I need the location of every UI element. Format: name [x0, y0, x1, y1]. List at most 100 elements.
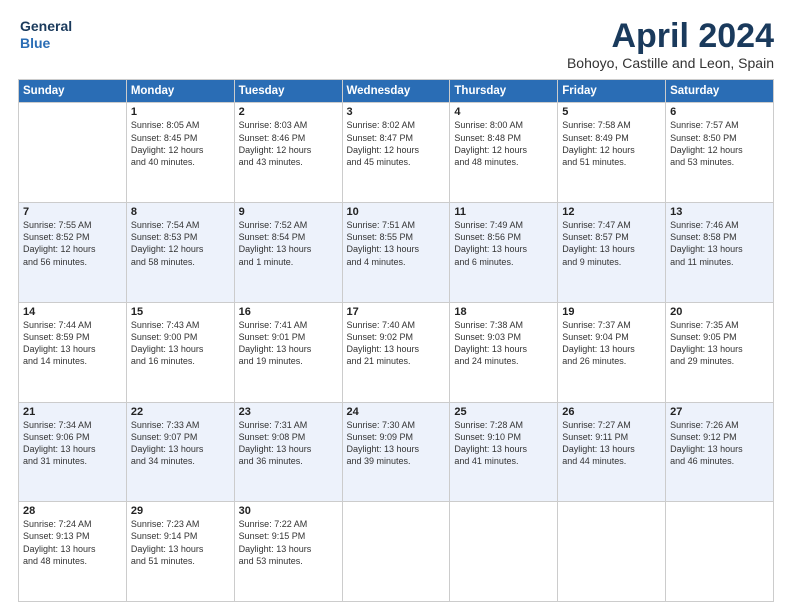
- calendar-cell: 26Sunrise: 7:27 AMSunset: 9:11 PMDayligh…: [558, 402, 666, 502]
- calendar-cell: [666, 502, 774, 602]
- day-number: 12: [562, 206, 661, 218]
- day-info: Sunrise: 7:40 AMSunset: 9:02 PMDaylight:…: [347, 319, 446, 368]
- day-info: Sunrise: 7:37 AMSunset: 9:04 PMDaylight:…: [562, 319, 661, 368]
- calendar-cell: 28Sunrise: 7:24 AMSunset: 9:13 PMDayligh…: [19, 502, 127, 602]
- calendar-cell: 7Sunrise: 7:55 AMSunset: 8:52 PMDaylight…: [19, 203, 127, 303]
- day-number: 5: [562, 106, 661, 118]
- day-info: Sunrise: 7:41 AMSunset: 9:01 PMDaylight:…: [239, 319, 338, 368]
- calendar-cell: 27Sunrise: 7:26 AMSunset: 9:12 PMDayligh…: [666, 402, 774, 502]
- day-info: Sunrise: 7:57 AMSunset: 8:50 PMDaylight:…: [670, 119, 769, 168]
- day-number: 18: [454, 306, 553, 318]
- calendar-cell: 9Sunrise: 7:52 AMSunset: 8:54 PMDaylight…: [234, 203, 342, 303]
- calendar-cell: 21Sunrise: 7:34 AMSunset: 9:06 PMDayligh…: [19, 402, 127, 502]
- calendar-cell: 3Sunrise: 8:02 AMSunset: 8:47 PMDaylight…: [342, 103, 450, 203]
- calendar-cell: 20Sunrise: 7:35 AMSunset: 9:05 PMDayligh…: [666, 302, 774, 402]
- day-info: Sunrise: 7:44 AMSunset: 8:59 PMDaylight:…: [23, 319, 122, 368]
- day-number: 3: [347, 106, 446, 118]
- calendar-cell: 12Sunrise: 7:47 AMSunset: 8:57 PMDayligh…: [558, 203, 666, 303]
- day-number: 4: [454, 106, 553, 118]
- day-number: 29: [131, 505, 230, 517]
- col-header-tuesday: Tuesday: [234, 80, 342, 103]
- day-info: Sunrise: 7:33 AMSunset: 9:07 PMDaylight:…: [131, 419, 230, 468]
- day-number: 21: [23, 406, 122, 418]
- calendar-cell: 22Sunrise: 7:33 AMSunset: 9:07 PMDayligh…: [126, 402, 234, 502]
- day-number: 6: [670, 106, 769, 118]
- calendar-cell: 24Sunrise: 7:30 AMSunset: 9:09 PMDayligh…: [342, 402, 450, 502]
- col-header-saturday: Saturday: [666, 80, 774, 103]
- day-info: Sunrise: 7:54 AMSunset: 8:53 PMDaylight:…: [131, 219, 230, 268]
- day-number: 17: [347, 306, 446, 318]
- calendar-cell: 14Sunrise: 7:44 AMSunset: 8:59 PMDayligh…: [19, 302, 127, 402]
- calendar-cell: 30Sunrise: 7:22 AMSunset: 9:15 PMDayligh…: [234, 502, 342, 602]
- day-number: 28: [23, 505, 122, 517]
- day-number: 9: [239, 206, 338, 218]
- day-info: Sunrise: 7:30 AMSunset: 9:09 PMDaylight:…: [347, 419, 446, 468]
- day-number: 7: [23, 206, 122, 218]
- day-number: 16: [239, 306, 338, 318]
- calendar-cell: [342, 502, 450, 602]
- day-info: Sunrise: 7:23 AMSunset: 9:14 PMDaylight:…: [131, 518, 230, 567]
- day-info: Sunrise: 7:38 AMSunset: 9:03 PMDaylight:…: [454, 319, 553, 368]
- calendar-cell: 5Sunrise: 7:58 AMSunset: 8:49 PMDaylight…: [558, 103, 666, 203]
- day-info: Sunrise: 8:00 AMSunset: 8:48 PMDaylight:…: [454, 119, 553, 168]
- col-header-monday: Monday: [126, 80, 234, 103]
- header: General Blue General Blue April 2024 Boh…: [18, 18, 774, 71]
- calendar-cell: 17Sunrise: 7:40 AMSunset: 9:02 PMDayligh…: [342, 302, 450, 402]
- day-number: 26: [562, 406, 661, 418]
- day-info: Sunrise: 8:03 AMSunset: 8:46 PMDaylight:…: [239, 119, 338, 168]
- calendar-cell: 15Sunrise: 7:43 AMSunset: 9:00 PMDayligh…: [126, 302, 234, 402]
- day-number: 8: [131, 206, 230, 218]
- day-number: 15: [131, 306, 230, 318]
- day-info: Sunrise: 7:28 AMSunset: 9:10 PMDaylight:…: [454, 419, 553, 468]
- day-info: Sunrise: 8:05 AMSunset: 8:45 PMDaylight:…: [131, 119, 230, 168]
- day-info: Sunrise: 7:26 AMSunset: 9:12 PMDaylight:…: [670, 419, 769, 468]
- day-number: 2: [239, 106, 338, 118]
- day-number: 14: [23, 306, 122, 318]
- calendar-cell: 29Sunrise: 7:23 AMSunset: 9:14 PMDayligh…: [126, 502, 234, 602]
- day-info: Sunrise: 7:35 AMSunset: 9:05 PMDaylight:…: [670, 319, 769, 368]
- calendar-cell: 8Sunrise: 7:54 AMSunset: 8:53 PMDaylight…: [126, 203, 234, 303]
- day-info: Sunrise: 7:27 AMSunset: 9:11 PMDaylight:…: [562, 419, 661, 468]
- day-number: 27: [670, 406, 769, 418]
- calendar-cell: 1Sunrise: 8:05 AMSunset: 8:45 PMDaylight…: [126, 103, 234, 203]
- day-info: Sunrise: 7:58 AMSunset: 8:49 PMDaylight:…: [562, 119, 661, 168]
- col-header-friday: Friday: [558, 80, 666, 103]
- day-info: Sunrise: 7:34 AMSunset: 9:06 PMDaylight:…: [23, 419, 122, 468]
- logo-line1: General: [20, 18, 72, 35]
- page: General Blue General Blue April 2024 Boh…: [0, 0, 792, 612]
- day-number: 19: [562, 306, 661, 318]
- day-number: 22: [131, 406, 230, 418]
- calendar-cell: 25Sunrise: 7:28 AMSunset: 9:10 PMDayligh…: [450, 402, 558, 502]
- calendar-cell: 13Sunrise: 7:46 AMSunset: 8:58 PMDayligh…: [666, 203, 774, 303]
- col-header-thursday: Thursday: [450, 80, 558, 103]
- day-info: Sunrise: 7:24 AMSunset: 9:13 PMDaylight:…: [23, 518, 122, 567]
- calendar-cell: 18Sunrise: 7:38 AMSunset: 9:03 PMDayligh…: [450, 302, 558, 402]
- day-info: Sunrise: 7:49 AMSunset: 8:56 PMDaylight:…: [454, 219, 553, 268]
- calendar-cell: 16Sunrise: 7:41 AMSunset: 9:01 PMDayligh…: [234, 302, 342, 402]
- day-number: 30: [239, 505, 338, 517]
- day-info: Sunrise: 7:43 AMSunset: 9:00 PMDaylight:…: [131, 319, 230, 368]
- calendar-cell: 4Sunrise: 8:00 AMSunset: 8:48 PMDaylight…: [450, 103, 558, 203]
- calendar-cell: 23Sunrise: 7:31 AMSunset: 9:08 PMDayligh…: [234, 402, 342, 502]
- title-block: April 2024 Bohoyo, Castille and Leon, Sp…: [567, 18, 774, 71]
- day-number: 20: [670, 306, 769, 318]
- day-info: Sunrise: 7:52 AMSunset: 8:54 PMDaylight:…: [239, 219, 338, 268]
- calendar-cell: 2Sunrise: 8:03 AMSunset: 8:46 PMDaylight…: [234, 103, 342, 203]
- col-header-sunday: Sunday: [19, 80, 127, 103]
- main-title: April 2024: [567, 18, 774, 55]
- day-number: 13: [670, 206, 769, 218]
- logo: General Blue General Blue: [18, 18, 72, 52]
- calendar-cell: 6Sunrise: 7:57 AMSunset: 8:50 PMDaylight…: [666, 103, 774, 203]
- day-info: Sunrise: 7:46 AMSunset: 8:58 PMDaylight:…: [670, 219, 769, 268]
- calendar-cell: [19, 103, 127, 203]
- col-header-wednesday: Wednesday: [342, 80, 450, 103]
- calendar-cell: [558, 502, 666, 602]
- day-number: 1: [131, 106, 230, 118]
- day-info: Sunrise: 7:47 AMSunset: 8:57 PMDaylight:…: [562, 219, 661, 268]
- day-number: 24: [347, 406, 446, 418]
- calendar-cell: [450, 502, 558, 602]
- day-number: 10: [347, 206, 446, 218]
- day-info: Sunrise: 7:22 AMSunset: 9:15 PMDaylight:…: [239, 518, 338, 567]
- day-info: Sunrise: 7:55 AMSunset: 8:52 PMDaylight:…: [23, 219, 122, 268]
- day-number: 25: [454, 406, 553, 418]
